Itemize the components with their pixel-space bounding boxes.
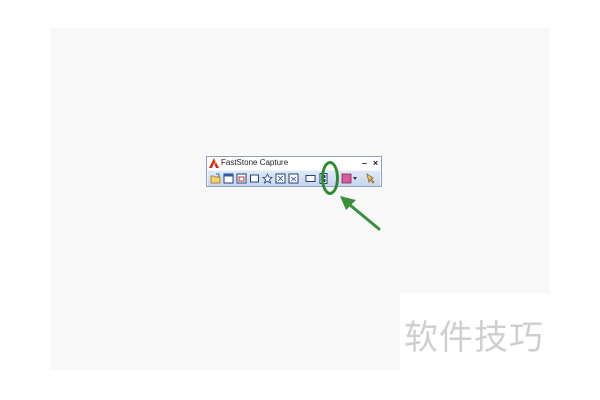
minimize-button[interactable]: – bbox=[360, 157, 369, 169]
capture-scrolling-window-icon[interactable] bbox=[288, 173, 299, 184]
capture-rectangular-region-icon[interactable] bbox=[249, 173, 260, 184]
annotation-arrow-icon bbox=[340, 196, 381, 231]
capture-window-object-icon[interactable] bbox=[236, 173, 247, 184]
capture-full-screen-icon[interactable] bbox=[275, 173, 286, 184]
faststone-logo-icon bbox=[209, 158, 219, 168]
close-button[interactable]: × bbox=[371, 157, 380, 169]
title-bar[interactable]: FastStone Capture – × bbox=[207, 157, 381, 170]
settings-icon[interactable] bbox=[365, 173, 376, 184]
watermark-text: 软件技巧 bbox=[404, 318, 544, 358]
open-file-icon[interactable] bbox=[210, 173, 221, 184]
faststone-capture-toolbar: FastStone Capture – × bbox=[206, 156, 382, 187]
capture-fixed-region-icon[interactable] bbox=[305, 173, 316, 184]
capture-active-window-icon[interactable] bbox=[223, 173, 234, 184]
capture-freehand-region-icon[interactable] bbox=[262, 173, 273, 184]
capture-tools-row bbox=[208, 171, 380, 186]
output-destination-icon[interactable] bbox=[341, 173, 359, 184]
window-title: FastStone Capture bbox=[221, 158, 289, 167]
highlight-ring bbox=[321, 161, 339, 195]
